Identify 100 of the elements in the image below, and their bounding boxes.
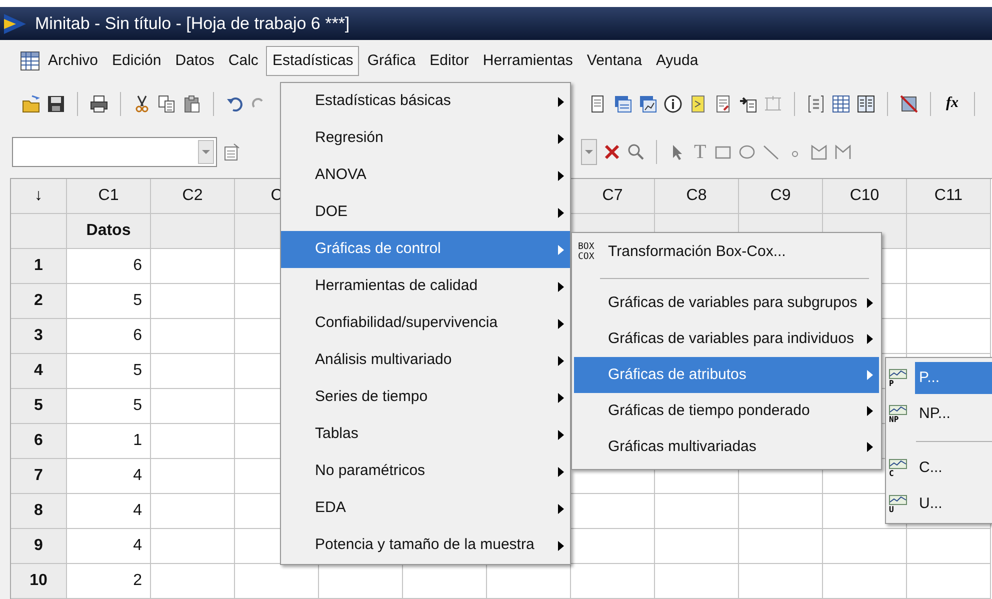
table-cell: 6 xyxy=(67,249,151,284)
menu-item[interactable]: Gráficas multivariadas xyxy=(574,429,879,465)
dropdown-button[interactable] xyxy=(198,140,214,164)
menu-item[interactable]: Gráficas de variables para individuos xyxy=(574,321,879,357)
submenu-arrow-icon xyxy=(558,356,564,366)
cut-icon[interactable] xyxy=(133,94,151,112)
columns-icon[interactable] xyxy=(857,94,875,112)
table-cell: 4 xyxy=(67,494,151,529)
dropdown-arrow-icon xyxy=(201,148,211,156)
menu-item[interactable]: Ayuda xyxy=(650,46,704,76)
row-header[interactable]: 7 xyxy=(11,459,67,494)
menu-item[interactable]: Confiabilidad/supervivencia xyxy=(281,305,570,342)
submenu-arrow-icon xyxy=(558,392,564,402)
menu-item[interactable]: Análisis multivariado xyxy=(281,342,570,379)
row-header[interactable]: 3 xyxy=(11,319,67,354)
column-header[interactable]: C2 xyxy=(151,179,235,214)
column-name[interactable]: Datos xyxy=(67,214,151,249)
menu-item[interactable]: P... xyxy=(915,362,992,394)
submenu-arrow-icon xyxy=(558,170,564,180)
polygon-icon[interactable] xyxy=(810,142,828,160)
dropdown-button[interactable] xyxy=(581,138,597,164)
table-cell: 4 xyxy=(67,529,151,564)
stacked-windows-icon[interactable] xyxy=(614,94,632,112)
menu-item[interactable]: U... xyxy=(915,488,992,520)
polyline-icon[interactable] xyxy=(834,142,852,160)
menu-item[interactable]: Regresión xyxy=(281,120,570,157)
column-header[interactable]: C8 xyxy=(655,179,739,214)
grid-icon[interactable] xyxy=(832,94,850,112)
submenu-arrow-icon xyxy=(558,244,564,254)
bracket-list-icon[interactable] xyxy=(807,94,825,112)
row-header[interactable]: 1 xyxy=(11,249,67,284)
box-cox-icon: BOX COX xyxy=(578,242,608,262)
menu-item[interactable]: Edición xyxy=(106,46,168,76)
search-icon[interactable] xyxy=(627,142,645,160)
cross-icon[interactable] xyxy=(603,142,621,160)
column-header[interactable]: C11 xyxy=(907,179,991,214)
menu-item[interactable]: NP... xyxy=(915,398,992,430)
menu-item[interactable]: Estadísticas básicas xyxy=(281,83,570,120)
menu-item[interactable]: Gráficas de control xyxy=(281,231,570,268)
table-cell: 1 xyxy=(67,424,151,459)
arrow-document-icon[interactable] xyxy=(739,94,757,112)
submenu-arrow-icon xyxy=(558,504,564,514)
properties-icon[interactable] xyxy=(223,142,241,160)
submenu-arrow-icon xyxy=(867,298,873,308)
submenu-arrow-icon xyxy=(558,540,564,550)
undo-icon[interactable] xyxy=(226,94,244,112)
submenu-arrow-icon xyxy=(558,96,564,106)
copy-icon[interactable] xyxy=(158,94,176,112)
info-icon[interactable] xyxy=(664,94,682,112)
table-cell: 2 xyxy=(67,564,151,599)
menu-item[interactable]: Datos xyxy=(169,46,220,76)
row-header[interactable]: 8 xyxy=(11,494,67,529)
window-title: Minitab - Sin título - [Hoja de trabajo 6 ***] xyxy=(35,15,350,32)
submenu-arrow-icon xyxy=(558,466,564,476)
submenu-arrow-icon xyxy=(867,442,873,452)
stacked-charts-icon[interactable] xyxy=(639,94,657,112)
menu-item[interactable]: Estadísticas xyxy=(266,46,360,76)
crossed-image-icon[interactable] xyxy=(900,94,918,112)
row-header[interactable]: 10 xyxy=(11,564,67,599)
menu-item[interactable]: C... xyxy=(915,452,992,484)
paste-icon[interactable] xyxy=(183,94,201,112)
menu-item[interactable]: Potencia y tamaño de la muestra xyxy=(281,527,570,564)
menu-item[interactable]: Tablas xyxy=(281,416,570,453)
menu-item[interactable]: Series de tiempo xyxy=(281,379,570,416)
column-header[interactable]: C1 xyxy=(67,179,151,214)
row-header[interactable]: 6 xyxy=(11,424,67,459)
notepad-icon[interactable] xyxy=(689,94,707,112)
menu-item[interactable]: Ventana xyxy=(580,46,648,76)
column-header[interactable]: C9 xyxy=(739,179,823,214)
menu-item[interactable]: BOX COX Transformación Box-Cox... xyxy=(574,233,879,271)
menu-item[interactable]: Gráficas de variables para subgrupos xyxy=(574,285,879,321)
combo-field[interactable] xyxy=(12,136,217,166)
menu-item[interactable]: Archivo xyxy=(42,46,104,76)
function-button[interactable]: fx xyxy=(943,92,962,115)
menu-item[interactable]: Gráfica xyxy=(361,46,422,76)
line-icon[interactable] xyxy=(762,142,780,160)
row-header[interactable]: 9 xyxy=(11,529,67,564)
menu-item[interactable]: Herramientas de calidad xyxy=(281,268,570,305)
menu-item[interactable]: No paramétricos xyxy=(281,453,570,490)
menu-item[interactable]: Herramientas xyxy=(476,46,579,76)
open-folder-icon[interactable] xyxy=(22,94,40,112)
column-header[interactable]: C7 xyxy=(571,179,655,214)
menu-item[interactable]: EDA xyxy=(281,490,570,527)
menu-item[interactable]: Gráficas de tiempo ponderado xyxy=(574,393,879,429)
row-header[interactable]: 4 xyxy=(11,354,67,389)
ellipse-icon[interactable] xyxy=(738,142,756,160)
submenu-arrow-icon xyxy=(558,208,564,218)
print-icon[interactable] xyxy=(90,94,108,112)
app-logo-icon xyxy=(3,12,27,34)
row-header[interactable]: 2 xyxy=(11,284,67,319)
menu-item[interactable]: Calc xyxy=(222,46,264,76)
menu-item[interactable]: Gráficas de atributos xyxy=(574,357,879,393)
spreadsheet-icon xyxy=(20,51,40,71)
column-header[interactable]: C10 xyxy=(823,179,907,214)
save-icon[interactable] xyxy=(47,94,65,112)
submenu-arrow-icon xyxy=(558,282,564,292)
menu-item[interactable]: Editor xyxy=(424,46,475,76)
row-header[interactable]: 5 xyxy=(11,389,67,424)
corner-cell: ↓ xyxy=(11,179,67,214)
report-icon[interactable] xyxy=(714,94,732,112)
